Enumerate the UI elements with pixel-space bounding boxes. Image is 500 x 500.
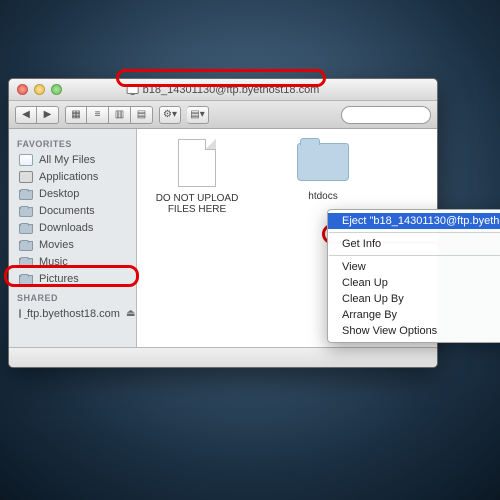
file-item-donotupload[interactable]: DO NOT UPLOAD FILES HERE <box>147 139 247 215</box>
file-label: DO NOT UPLOAD FILES HERE <box>147 193 247 215</box>
finder-window: b18_14301130@ftp.byethost18.com ◀ ▶ ▦ ≡ … <box>8 78 438 368</box>
file-label: htdocs <box>273 191 373 202</box>
menu-item-cleanup[interactable]: Clean Up <box>328 275 500 291</box>
menu-item-getinfo[interactable]: Get Info <box>328 236 500 252</box>
view-buttons: ▦ ≡ ▥ ▤ <box>65 106 153 124</box>
folder-icon <box>19 224 33 234</box>
server-icon <box>127 85 139 94</box>
sidebar-shared-header: SHARED <box>9 287 136 305</box>
column-view-button[interactable]: ▥ <box>109 106 131 124</box>
content-area[interactable]: DO NOT UPLOAD FILES HERE htdocs Eject "b… <box>137 129 437 347</box>
file-item-htdocs[interactable]: htdocs <box>273 139 373 202</box>
folder-icon <box>19 258 33 268</box>
folder-icon <box>19 275 33 285</box>
window-title-text: b18_14301130@ftp.byethost18.com <box>143 84 320 96</box>
nav-buttons: ◀ ▶ <box>15 106 59 124</box>
sidebar-item-ftpserver[interactable]: ftp.byethost18.com ⏏ <box>9 305 136 322</box>
search-input[interactable] <box>341 106 431 124</box>
list-view-button[interactable]: ≡ <box>87 106 109 124</box>
folder-icon <box>19 207 33 217</box>
server-icon <box>19 309 21 318</box>
menu-item-view[interactable]: View <box>328 259 500 275</box>
allmyfiles-icon <box>19 154 33 166</box>
arrange-button[interactable]: ▤▾ <box>187 106 209 124</box>
folder-icon <box>297 143 349 181</box>
folder-icon <box>19 190 33 200</box>
document-icon <box>178 139 216 187</box>
sidebar-item-documents[interactable]: Documents <box>9 202 136 219</box>
forward-button[interactable]: ▶ <box>37 106 59 124</box>
applications-icon <box>19 171 33 183</box>
sidebar-item-music[interactable]: Music <box>9 253 136 270</box>
sidebar-item-movies[interactable]: Movies <box>9 236 136 253</box>
back-button[interactable]: ◀ <box>15 106 37 124</box>
traffic-lights <box>9 84 62 95</box>
window-title: b18_14301130@ftp.byethost18.com <box>127 84 320 96</box>
context-menu: Eject "b18_14301130@ftp.byethost18.com" … <box>327 209 500 343</box>
sidebar-item-applications[interactable]: Applications <box>9 168 136 185</box>
menu-separator <box>329 232 500 233</box>
folder-icon <box>19 241 33 251</box>
menu-item-arrangeby[interactable]: Arrange By <box>328 307 500 323</box>
menu-item-showviewoptions[interactable]: Show View Options <box>328 323 500 339</box>
titlebar: b18_14301130@ftp.byethost18.com <box>9 79 437 101</box>
menu-separator <box>329 255 500 256</box>
zoom-icon[interactable] <box>51 84 62 95</box>
sidebar-item-downloads[interactable]: Downloads <box>9 219 136 236</box>
menu-item-eject[interactable]: Eject "b18_14301130@ftp.byethost18.com" <box>328 213 500 229</box>
icon-view-button[interactable]: ▦ <box>65 106 87 124</box>
action-button[interactable]: ⚙▾ <box>159 106 181 124</box>
statusbar <box>9 347 437 367</box>
eject-icon[interactable]: ⏏ <box>126 308 135 319</box>
window-body: FAVORITES All My Files Applications Desk… <box>9 129 437 347</box>
coverflow-view-button[interactable]: ▤ <box>131 106 153 124</box>
close-icon[interactable] <box>17 84 28 95</box>
sidebar-favorites-header: FAVORITES <box>9 133 136 151</box>
sidebar-item-allmyfiles[interactable]: All My Files <box>9 151 136 168</box>
sidebar-item-pictures[interactable]: Pictures <box>9 270 136 287</box>
minimize-icon[interactable] <box>34 84 45 95</box>
sidebar: FAVORITES All My Files Applications Desk… <box>9 129 137 347</box>
sidebar-item-desktop[interactable]: Desktop <box>9 185 136 202</box>
menu-item-cleanupby[interactable]: Clean Up By <box>328 291 500 307</box>
toolbar: ◀ ▶ ▦ ≡ ▥ ▤ ⚙▾ ▤▾ <box>9 101 437 129</box>
